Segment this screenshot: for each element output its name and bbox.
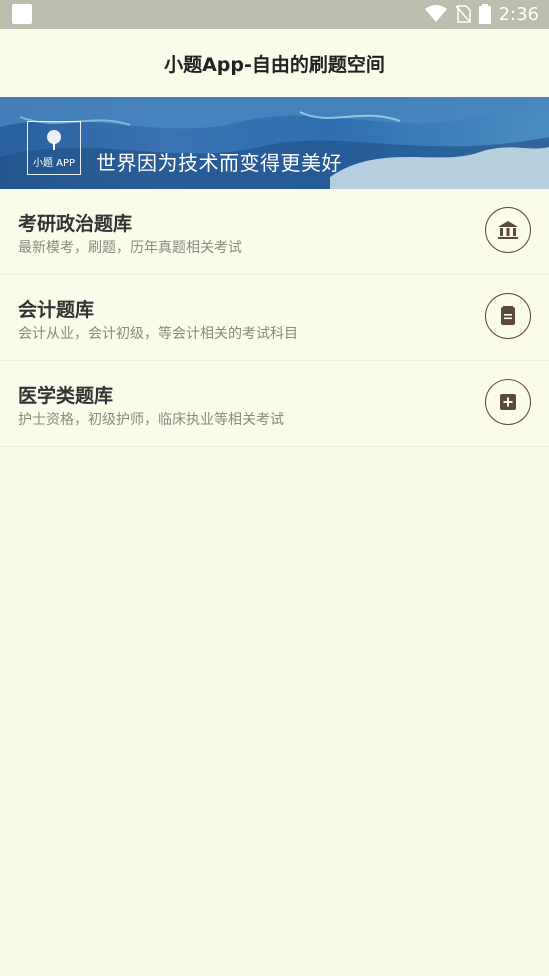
wifi-icon bbox=[424, 5, 447, 22]
item-title: 会计题库 bbox=[18, 299, 95, 321]
item-title: 医学类题库 bbox=[18, 385, 114, 407]
battery-icon bbox=[478, 4, 491, 24]
question-bank-list: 考研政治题库 最新模考，刷题，历年真题相关考试 会计题库 会计从业，会计初级，等… bbox=[0, 189, 549, 447]
banner-logo-text: 小题 APP bbox=[32, 157, 76, 169]
item-title: 考研政治题库 bbox=[18, 213, 133, 235]
banner-slogan: 世界因为技术而变得更美好 bbox=[96, 151, 342, 175]
bank-icon[interactable] bbox=[485, 207, 531, 253]
no-sim-icon bbox=[455, 5, 471, 23]
list-item-politics[interactable]: 考研政治题库 最新模考，刷题，历年真题相关考试 bbox=[0, 189, 549, 275]
banner-logo: 小题 APP bbox=[27, 121, 81, 175]
item-subtitle: 护士资格，初级护师，临床执业等相关考试 bbox=[18, 412, 284, 428]
status-bar: 2:36 bbox=[0, 0, 549, 29]
list-item-accounting[interactable]: 会计题库 会计从业，会计初级，等会计相关的考试科目 bbox=[0, 275, 549, 361]
status-time: 2:36 bbox=[498, 3, 539, 25]
tree-icon bbox=[47, 129, 61, 150]
list-item-medical[interactable]: 医学类题库 护士资格，初级护师，临床执业等相关考试 bbox=[0, 361, 549, 447]
notepad-icon[interactable] bbox=[485, 293, 531, 339]
item-subtitle: 最新模考，刷题，历年真题相关考试 bbox=[18, 240, 242, 256]
status-icons: 2:36 bbox=[424, 3, 539, 25]
app-header: 小题App-自由的刷题空间 bbox=[0, 29, 549, 97]
banner[interactable]: 小题 APP 世界因为技术而变得更美好 bbox=[0, 97, 549, 189]
notification-icon bbox=[12, 4, 32, 24]
medical-plus-icon[interactable] bbox=[485, 379, 531, 425]
item-subtitle: 会计从业，会计初级，等会计相关的考试科目 bbox=[18, 326, 298, 342]
page-title: 小题App-自由的刷题空间 bbox=[164, 53, 385, 76]
